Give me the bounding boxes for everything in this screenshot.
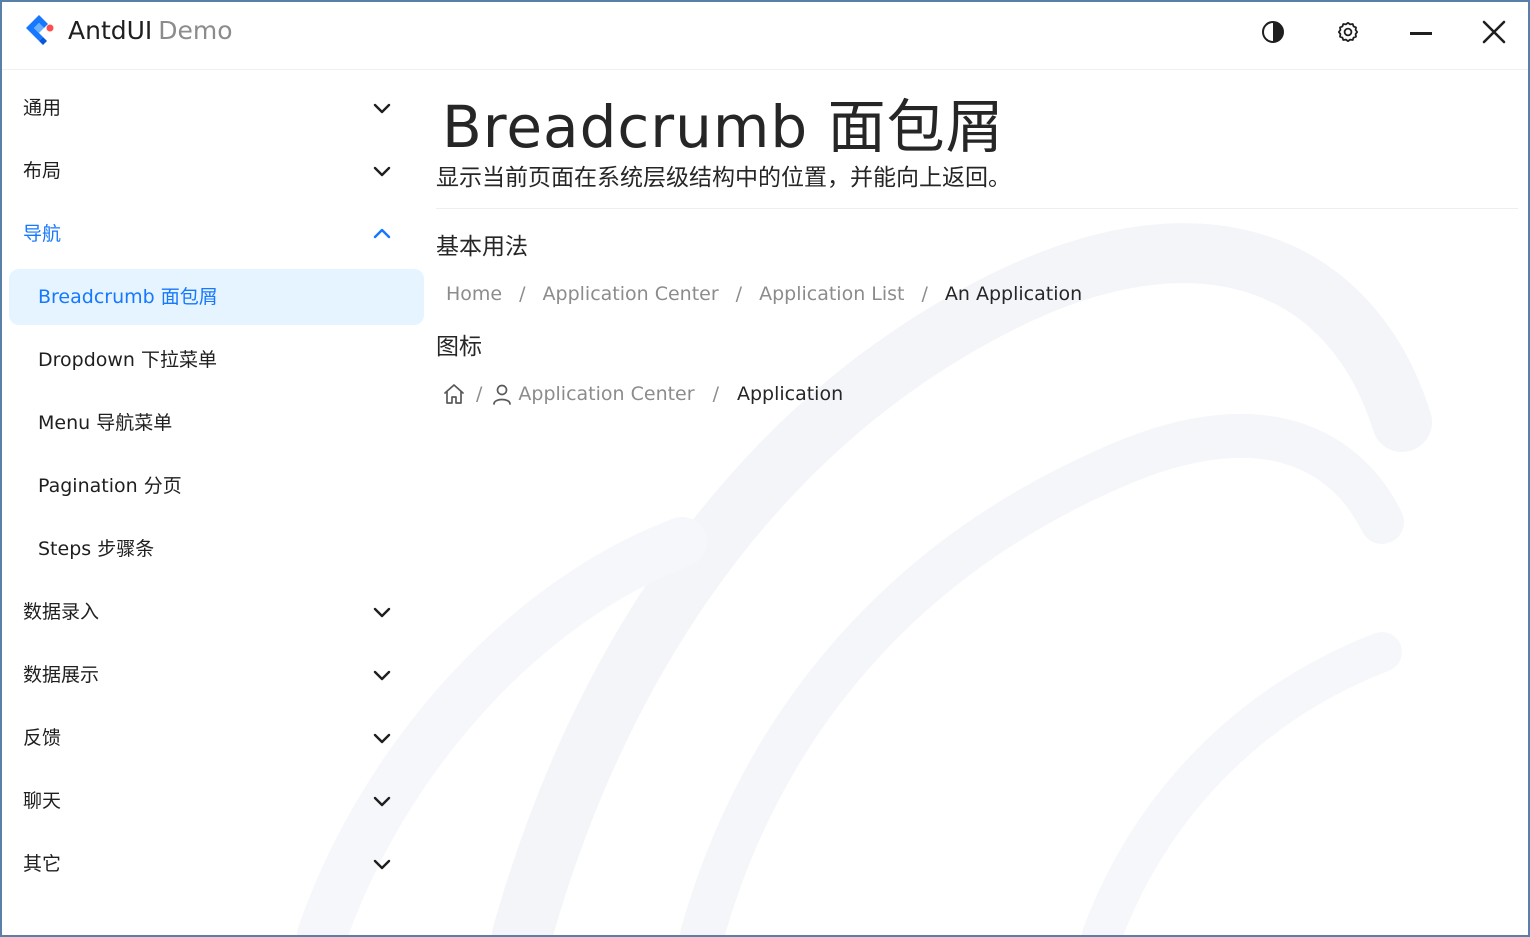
menu-group-label: 其它 xyxy=(23,853,62,875)
menu-group-data-display[interactable]: 数据展示 xyxy=(2,647,424,703)
menu-group-other[interactable]: 其它 xyxy=(2,836,424,892)
menu-item-breadcrumb[interactable]: Breadcrumb 面包屑 xyxy=(9,269,424,325)
menu-item-pagination[interactable]: Pagination 分页 xyxy=(9,458,424,514)
app-name: AntdUI xyxy=(68,16,153,45)
breadcrumb-basic: Home / Application Center / Application … xyxy=(446,279,1082,309)
home-icon xyxy=(444,384,464,404)
breadcrumb-separator: / xyxy=(921,283,928,305)
sidebar-menu: 通用 布局 导航 Breadcrumb 面包屑 Dropdown 下拉菜单 Me… xyxy=(2,70,432,935)
chevron-up-icon xyxy=(373,228,391,239)
breadcrumb-item-application-center[interactable]: Application Center xyxy=(543,283,719,305)
menu-item-label: Breadcrumb 面包屑 xyxy=(38,286,218,308)
minimize-button[interactable] xyxy=(1401,12,1441,52)
menu-group-label: 数据录入 xyxy=(23,601,100,623)
breadcrumb-item-current: An Application xyxy=(944,283,1083,305)
theme-toggle-button[interactable] xyxy=(1253,12,1293,52)
menu-group-label: 聊天 xyxy=(23,790,62,812)
chevron-down-icon xyxy=(373,103,391,114)
menu-item-menu[interactable]: Menu 导航菜单 xyxy=(9,395,424,451)
menu-item-dropdown[interactable]: Dropdown 下拉菜单 xyxy=(9,332,424,388)
menu-item-label: Pagination 分页 xyxy=(38,475,182,497)
menu-group-data-entry[interactable]: 数据录入 xyxy=(2,584,424,640)
title-bar: AntdUI Demo xyxy=(2,2,1528,70)
menu-group-label: 通用 xyxy=(23,97,62,119)
theme-toggle-icon xyxy=(1262,21,1284,43)
close-button[interactable] xyxy=(1474,12,1514,52)
menu-item-label: Steps 步骤条 xyxy=(38,538,155,560)
breadcrumb-separator: / xyxy=(476,383,483,405)
breadcrumb-separator: / xyxy=(712,383,719,405)
menu-group-feedback[interactable]: 反馈 xyxy=(2,710,424,766)
user-icon xyxy=(492,383,512,405)
close-icon xyxy=(1482,20,1506,44)
menu-group-layout[interactable]: 布局 xyxy=(2,143,424,199)
breadcrumb-item-application-list[interactable]: Application List xyxy=(759,283,904,305)
section-title-basic: 基本用法 xyxy=(436,234,528,260)
app-title: AntdUI Demo xyxy=(68,16,233,45)
menu-group-label: 数据展示 xyxy=(23,664,100,686)
breadcrumb-item-application-center[interactable]: Application Center xyxy=(518,383,694,405)
menu-group-label: 反馈 xyxy=(23,727,62,749)
menu-item-label: Menu 导航菜单 xyxy=(38,412,173,434)
breadcrumb-item-current: Application xyxy=(736,383,844,405)
menu-group-label: 导航 xyxy=(23,223,62,245)
menu-item-label: Dropdown 下拉菜单 xyxy=(38,349,218,371)
menu-item-steps[interactable]: Steps 步骤条 xyxy=(9,521,424,577)
chevron-down-icon xyxy=(373,670,391,681)
main-content: Breadcrumb 面包屑 显示当前页面在系统层级结构中的位置，并能向上返回。… xyxy=(434,70,1524,935)
chevron-down-icon xyxy=(373,166,391,177)
settings-icon xyxy=(1337,21,1359,43)
app-name-suffix: Demo xyxy=(158,16,233,45)
menu-group-navigation[interactable]: 导航 xyxy=(2,206,424,262)
settings-button[interactable] xyxy=(1328,12,1368,52)
section-title-icon: 图标 xyxy=(436,334,482,360)
breadcrumb-item-home[interactable]: Home xyxy=(446,283,502,305)
chevron-down-icon xyxy=(373,796,391,807)
chevron-down-icon xyxy=(373,859,391,870)
breadcrumb-separator: / xyxy=(519,283,526,305)
app-window: AntdUI Demo 通用 布局 导航 Breadcrumb 面包屑 Drop… xyxy=(2,2,1528,935)
divider xyxy=(436,208,1518,209)
menu-group-general[interactable]: 通用 xyxy=(2,80,424,136)
breadcrumb-item-home[interactable] xyxy=(442,382,466,406)
minimize-icon xyxy=(1410,32,1432,35)
chevron-down-icon xyxy=(373,607,391,618)
antd-diamond-logo-icon xyxy=(22,13,56,47)
menu-group-label: 布局 xyxy=(23,160,62,182)
page-description: 显示当前页面在系统层级结构中的位置，并能向上返回。 xyxy=(436,165,1011,191)
chevron-down-icon xyxy=(373,733,391,744)
menu-group-chat[interactable]: 聊天 xyxy=(2,773,424,829)
page-title: Breadcrumb 面包屑 xyxy=(442,93,1005,161)
breadcrumb-with-icons: / Application Center / Application xyxy=(442,379,843,409)
breadcrumb-separator: / xyxy=(735,283,743,305)
